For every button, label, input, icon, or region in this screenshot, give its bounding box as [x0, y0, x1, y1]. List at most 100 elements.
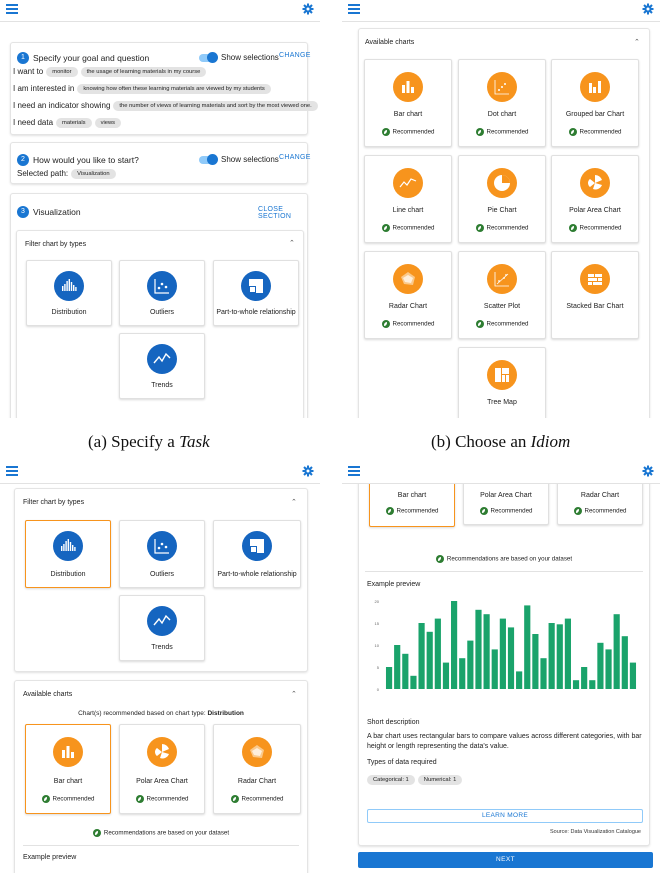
chart-tile[interactable]: Grouped bar Chart Recommended — [551, 59, 639, 147]
type-tile-part-to-whole[interactable]: Part-to-whole relationship — [213, 520, 301, 588]
type-tile-distribution[interactable]: Distribution — [26, 260, 112, 326]
chart-label: Dot chart — [487, 111, 517, 118]
bar — [605, 649, 612, 689]
recommended-icon — [475, 128, 484, 136]
chevron-up-icon[interactable]: ⌃ — [291, 498, 297, 506]
recommended-icon — [41, 795, 50, 803]
hamburger-menu-icon[interactable] — [6, 4, 18, 14]
chart-label: Tree Map — [487, 399, 517, 406]
hamburger-menu-icon[interactable] — [6, 466, 18, 476]
available-charts-card: Available charts ⌃ Bar chart Recommended D… — [358, 28, 650, 418]
gear-icon[interactable] — [302, 3, 314, 15]
show-selections-toggle[interactable] — [199, 52, 218, 64]
close-section-button[interactable]: CLOSE SECTION — [258, 206, 307, 220]
bar — [613, 614, 620, 689]
recommended-label: Recommended — [396, 507, 439, 515]
chart-label: Radar Chart — [580, 492, 620, 499]
chart-tile[interactable]: Bar chart Recommended — [364, 59, 452, 147]
chart-tile[interactable]: Stacked Bar Chart — [551, 251, 639, 339]
y-tick-label: 20 — [375, 599, 380, 604]
next-button[interactable]: NEXT — [358, 852, 653, 868]
gear-icon[interactable] — [642, 3, 654, 15]
chip: Numerical: 1 — [417, 774, 463, 785]
show-selections-toggle[interactable] — [199, 154, 218, 166]
recommended-icon — [230, 795, 239, 803]
chevron-up-icon[interactable]: ⌃ — [291, 690, 297, 698]
chart-tile[interactable]: Radar Chart Recommended — [364, 251, 452, 339]
recommended-badge: Recommended — [552, 224, 638, 232]
chart-tile-polar-area[interactable]: Polar Area Chart Recommended — [119, 724, 205, 814]
chart-type-icon — [393, 264, 423, 294]
type-tile-distribution[interactable]: Distribution — [25, 520, 111, 588]
interest-row: I am interested in knowing how often thes… — [13, 84, 271, 94]
type-tile-outliers[interactable]: Outliers — [119, 260, 205, 326]
chart-tile[interactable]: Dot chart Recommended — [458, 59, 546, 147]
chart-type-icon — [580, 168, 610, 198]
chart-tile-bar[interactable]: Bar chart Recommended — [25, 724, 111, 814]
chart-tile[interactable]: Tree Map — [458, 347, 546, 418]
step2-card: 2 How would you like to start? Show selec… — [10, 142, 311, 184]
available-charts-card: Bar chart Recommended Polar Area Chart R… — [358, 462, 650, 846]
bar — [442, 662, 450, 689]
bar — [451, 601, 458, 689]
bar — [483, 614, 490, 689]
indicator-row: I need an indicator showing the number of… — [13, 101, 318, 111]
bar — [499, 618, 506, 689]
chip: knowing how often these learning materia… — [77, 84, 271, 94]
bar — [629, 662, 637, 689]
step-title: Specify your goal and question — [33, 52, 150, 63]
data-types-title: Types of data required — [367, 759, 437, 766]
type-tile-trends[interactable]: Trends — [119, 333, 205, 399]
chart-tile[interactable]: Line chart Recommended — [364, 155, 452, 243]
type-tile-trends[interactable]: Trends — [119, 595, 205, 661]
chart-type-icon — [393, 72, 423, 102]
recommended-icon — [385, 507, 394, 515]
toggle-label: Show selections — [221, 53, 279, 63]
change-button[interactable]: CHANGE — [279, 52, 311, 59]
bar — [491, 649, 498, 689]
recommended-badge: Recommended — [365, 128, 451, 136]
chart-type-icon — [487, 264, 517, 294]
available-charts-title: Available charts — [365, 39, 415, 46]
learn-more-button[interactable]: LEARN MORE — [367, 809, 643, 823]
chip: monitor — [46, 67, 78, 77]
chart-label: Scatter Plot — [483, 303, 521, 310]
divider — [23, 845, 299, 846]
gear-icon[interactable] — [302, 465, 314, 477]
hamburger-menu-icon[interactable] — [348, 4, 360, 14]
bar — [459, 658, 466, 689]
bar — [467, 640, 474, 689]
type-tile-part-to-whole[interactable]: Part-to-whole relationship — [213, 260, 299, 326]
dataset-note-text: Recommendations are based on your datase… — [446, 555, 573, 563]
type-label: Trends — [151, 382, 173, 389]
hamburger-menu-icon[interactable] — [348, 466, 360, 476]
trends-icon — [147, 344, 177, 374]
panel-choose-idiom: Available charts ⌃ Bar chart Recommended D… — [342, 0, 660, 418]
top-app-bar — [342, 462, 660, 484]
chevron-up-icon[interactable]: ⌃ — [289, 239, 295, 247]
chart-tile[interactable]: Pie Chart Recommended — [458, 155, 546, 243]
type-label: Trends — [151, 644, 173, 651]
chevron-up-icon[interactable]: ⌃ — [634, 38, 640, 46]
gear-icon[interactable] — [642, 465, 654, 477]
example-preview-title: Example preview — [367, 581, 421, 588]
panel-chart-preview: Bar chart Recommended Polar Area Chart R… — [342, 462, 660, 873]
bar — [385, 667, 393, 689]
recommended-icon — [135, 795, 144, 803]
chart-tile[interactable]: Scatter Plot Recommended — [458, 251, 546, 339]
caption-emphasis: Task — [179, 432, 210, 451]
chart-tile-radar[interactable]: Radar Chart Recommended — [213, 724, 301, 814]
filter-title: Filter chart by types — [23, 499, 85, 506]
chart-tile[interactable]: Polar Area Chart Recommended — [551, 155, 639, 243]
recommended-badge: Recommended — [459, 320, 545, 328]
filter-card: Filter chart by types ⌃ Distribution Out… — [14, 488, 308, 672]
change-button[interactable]: CHANGE — [279, 154, 311, 161]
filter-title: Filter chart by types — [25, 241, 87, 248]
chart-label: Polar Area Chart — [569, 207, 621, 214]
type-label: Outliers — [149, 309, 175, 316]
chart-label: Radar Chart — [388, 303, 428, 310]
chart-label: Polar Area Chart — [480, 492, 532, 499]
y-tick-label: 15 — [375, 621, 380, 626]
row-label: I am interested in — [13, 84, 75, 94]
type-tile-outliers[interactable]: Outliers — [119, 520, 205, 588]
